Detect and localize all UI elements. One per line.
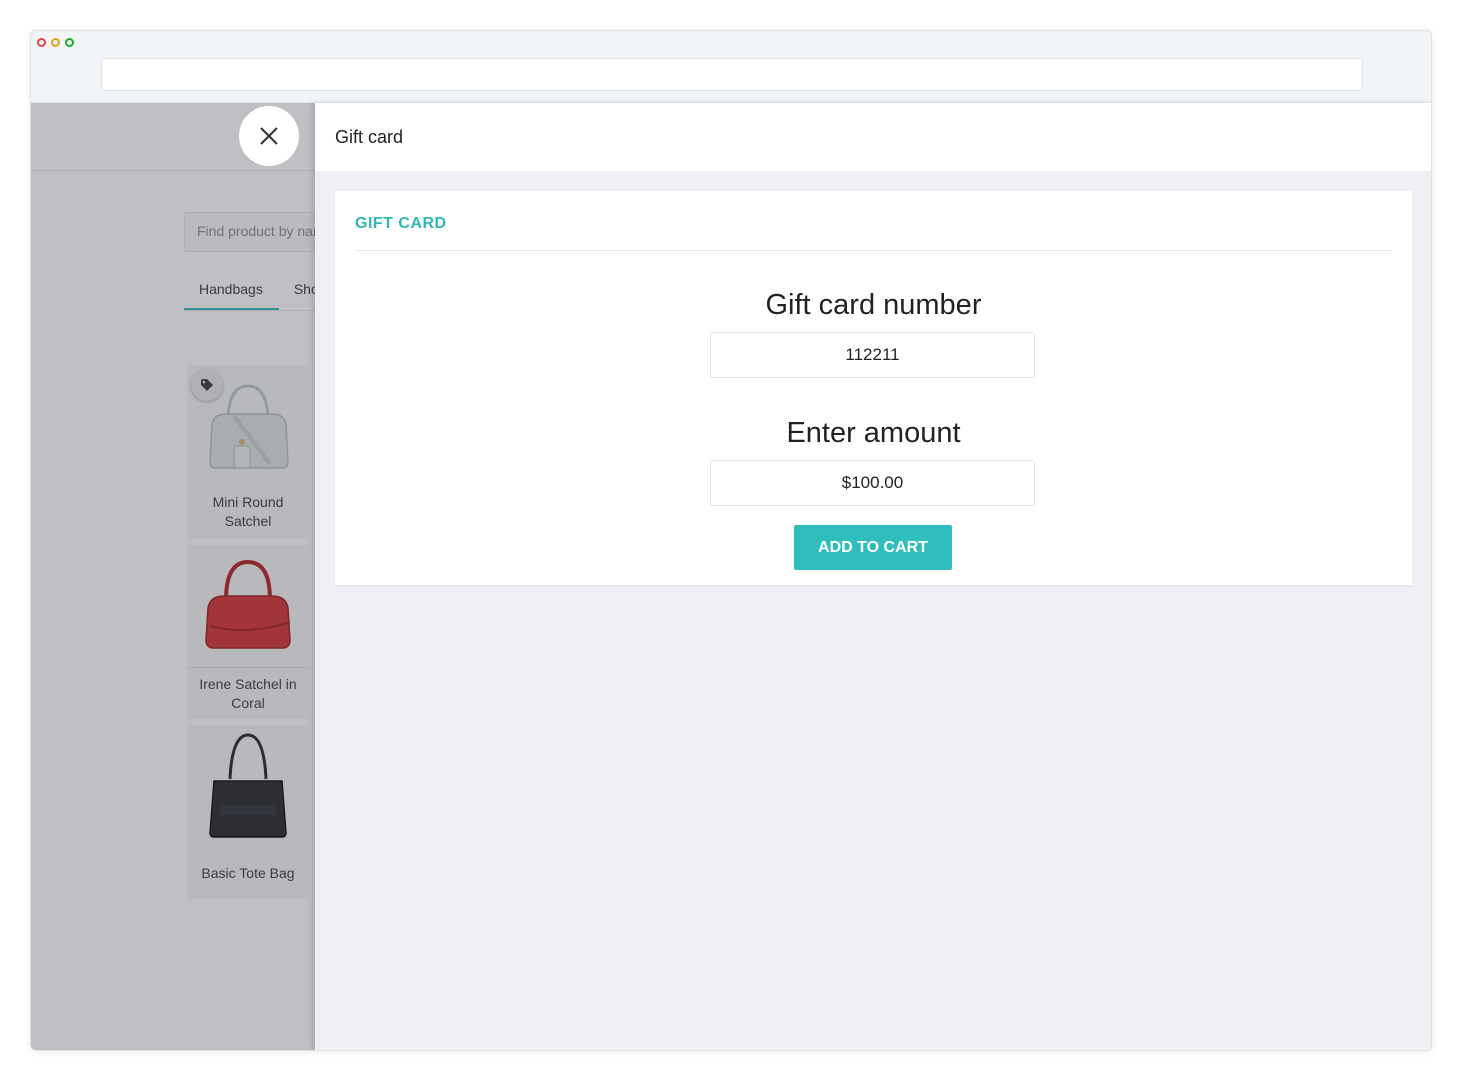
browser-chrome bbox=[31, 31, 1431, 103]
close-panel-button[interactable] bbox=[239, 106, 299, 166]
amount-input[interactable] bbox=[710, 460, 1035, 506]
gift-card-panel: Gift card GIFT CARD Gift card number Ent… bbox=[315, 103, 1431, 1050]
browser-window: Find product by name Handbags Shoes Mini… bbox=[30, 30, 1432, 1051]
section-title: GIFT CARD bbox=[355, 215, 447, 232]
window-minimize-dot[interactable] bbox=[51, 38, 60, 47]
window-close-dot[interactable] bbox=[37, 38, 46, 47]
gift-card-number-label: Gift card number bbox=[765, 289, 982, 321]
amount-label: Enter amount bbox=[786, 417, 961, 449]
section-divider bbox=[355, 250, 1391, 251]
panel-header: Gift card bbox=[315, 103, 1431, 171]
pos-app: Find product by name Handbags Shoes Mini… bbox=[31, 103, 1431, 1050]
address-bar[interactable] bbox=[101, 58, 1363, 91]
close-icon bbox=[260, 127, 278, 145]
add-to-cart-button[interactable]: ADD TO CART bbox=[794, 525, 952, 570]
panel-title: Gift card bbox=[335, 127, 404, 147]
gift-card-number-input[interactable] bbox=[710, 332, 1035, 378]
modal-backdrop[interactable] bbox=[31, 103, 315, 1050]
gift-card-form: GIFT CARD Gift card number Enter amount … bbox=[335, 191, 1412, 585]
window-maximize-dot[interactable] bbox=[65, 38, 74, 47]
